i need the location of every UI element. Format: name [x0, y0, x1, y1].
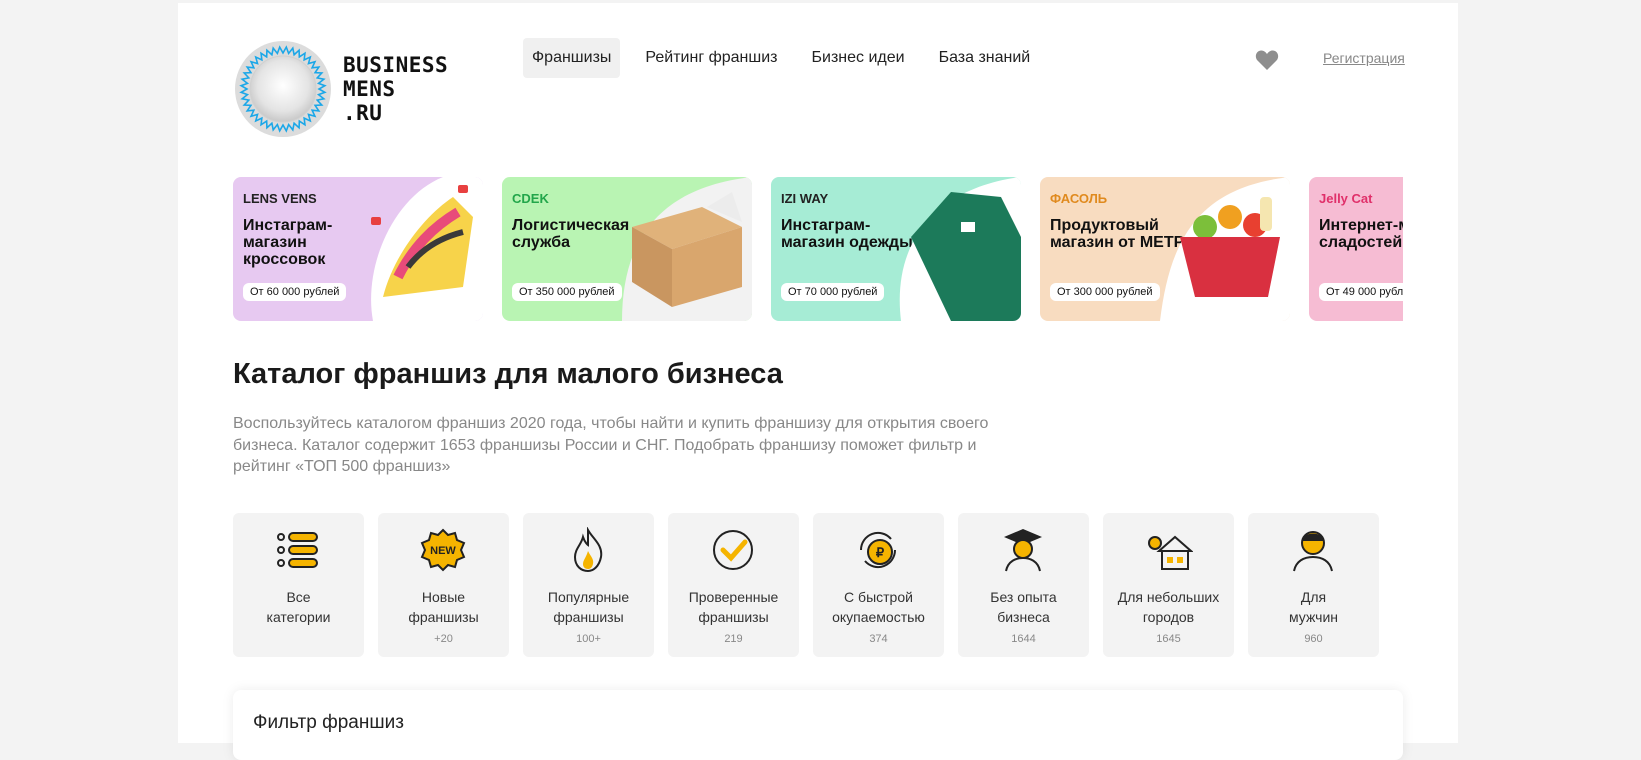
- banner-card[interactable]: Jelly Cat Интернет-магазин сладостей От …: [1309, 177, 1403, 321]
- new-badge-icon: NEW: [420, 528, 466, 572]
- sneaker-image: [371, 177, 483, 321]
- banner-card[interactable]: CDEK Логистическая служба От 350 000 руб…: [502, 177, 752, 321]
- category-all[interactable]: Все категории: [233, 513, 364, 657]
- house-icon: [1148, 535, 1193, 570]
- banner-brand: IZI WAY: [781, 191, 829, 206]
- category-label-line: городов: [1142, 609, 1195, 625]
- fire-icon: [573, 527, 603, 573]
- logo-line: MENS: [343, 77, 396, 101]
- nav-item-knowledge-base[interactable]: База знаний: [930, 38, 1040, 78]
- category-label-line: категории: [266, 609, 331, 625]
- banner-brand: CDEK: [512, 191, 549, 206]
- category-new[interactable]: NEW Новые франшизы +20: [378, 513, 509, 657]
- category-label-line: Для небольших: [1117, 589, 1220, 605]
- category-label-line: франшизы: [698, 609, 769, 625]
- category-label-line: С быстрой: [844, 589, 913, 605]
- page-container: BUSINESS MENS .RU Франшизы Рейтинг франш…: [178, 3, 1458, 760]
- register-link[interactable]: Регистрация: [1323, 50, 1405, 66]
- category-popular[interactable]: Популярные франшизы 100+: [523, 513, 654, 657]
- category-label-line: франшизы: [408, 609, 479, 625]
- banner-price: От 300 000 рублей: [1050, 283, 1160, 301]
- category-label: Все категории: [233, 587, 364, 627]
- grocery-basket-image: [1160, 177, 1290, 321]
- check-circle-icon: [713, 530, 753, 570]
- category-count: 960: [1304, 633, 1323, 645]
- category-label: Проверенные франшизы: [668, 587, 799, 627]
- category-label-line: Проверенные: [688, 589, 779, 605]
- category-label-line: Без опыта: [990, 589, 1057, 605]
- man-icon: [1293, 531, 1333, 572]
- banner-title: Интернет-магазин сладостей: [1319, 217, 1403, 251]
- category-count: +20: [434, 633, 453, 645]
- category-for-men[interactable]: Для мужчин 960: [1248, 513, 1379, 657]
- category-label: С быстрой окупаемостью: [813, 587, 944, 627]
- logo-badge-icon: [233, 39, 333, 139]
- category-label: Для мужчин: [1248, 587, 1379, 627]
- banner-brand: ФАСОЛЬ: [1050, 191, 1108, 206]
- catalog-description: Воспользуйтесь каталогом франшиз 2020 го…: [233, 415, 989, 475]
- nav-item-rating[interactable]: Рейтинг франшиз: [636, 38, 786, 78]
- catalog-title: Каталог франшиз для малого бизнеса: [233, 358, 783, 390]
- banner-brand: LENS VENS: [243, 191, 317, 206]
- filter-panel: Фильтр франшиз: [233, 690, 1403, 760]
- site-logo[interactable]: BUSINESS MENS .RU: [233, 39, 473, 139]
- banner-price: От 49 000 рублей: [1319, 283, 1403, 301]
- category-label-line: Для: [1300, 589, 1327, 605]
- category-label-line: Новые: [421, 589, 466, 605]
- category-tiles: Все категории NEW Новые франшизы +20 Попул…: [233, 513, 1403, 659]
- category-label-line: бизнеса: [997, 609, 1050, 625]
- filter-title: Фильтр франшиз: [253, 712, 404, 733]
- logo-line: .RU: [343, 101, 383, 125]
- banner-card[interactable]: LENS VENS Инстаграм-магазин кроссовок От…: [233, 177, 483, 321]
- category-label: Для небольших городов: [1103, 587, 1234, 627]
- category-label: Без опыта бизнеса: [958, 587, 1089, 627]
- category-no-experience[interactable]: Без опыта бизнеса 1644: [958, 513, 1089, 657]
- banner-card[interactable]: ФАСОЛЬ Продуктовый магазин от МЕТРО От 3…: [1040, 177, 1290, 321]
- banner-price: От 60 000 рублей: [243, 283, 347, 301]
- category-label: Новые франшизы: [378, 587, 509, 627]
- category-verified[interactable]: Проверенные франшизы 219: [668, 513, 799, 657]
- list-icon: [277, 532, 318, 568]
- sweater-image: [899, 177, 1021, 321]
- category-label: Популярные франшизы: [523, 587, 654, 627]
- svg-text:NEW: NEW: [430, 545, 456, 557]
- banner-price: От 70 000 рублей: [781, 283, 885, 301]
- category-label-line: франшизы: [553, 609, 624, 625]
- category-label-line: Все: [286, 589, 311, 605]
- banner-card[interactable]: IZI WAY Инстаграм-магазин одежды От 70 0…: [771, 177, 1021, 321]
- nav-item-business-ideas[interactable]: Бизнес идеи: [803, 38, 914, 78]
- parcel-box-image: [622, 177, 752, 321]
- category-count: 219: [724, 633, 743, 645]
- banner-price: От 350 000 рублей: [512, 283, 622, 301]
- logo-text: BUSINESS MENS .RU: [343, 53, 448, 125]
- category-label-line: Популярные: [547, 589, 630, 605]
- category-count: 1645: [1156, 633, 1181, 645]
- category-fast-payback[interactable]: ₽ С быстрой окупаемостью 374: [813, 513, 944, 657]
- site-header: BUSINESS MENS .RU Франшизы Рейтинг франш…: [233, 33, 1405, 143]
- banner-brand: Jelly Cat: [1319, 191, 1373, 206]
- category-count: 100+: [576, 633, 601, 645]
- category-label-line: окупаемостью: [832, 609, 925, 625]
- category-small-towns[interactable]: Для небольших городов 1645: [1103, 513, 1234, 657]
- ruble-refresh-icon: ₽: [859, 531, 897, 569]
- heart-icon[interactable]: [1255, 49, 1279, 71]
- main-nav: Франшизы Рейтинг франшиз Бизнес идеи Баз…: [523, 38, 1047, 78]
- svg-text:₽: ₽: [876, 545, 885, 560]
- promo-banners: LENS VENS Инстаграм-магазин кроссовок От…: [233, 177, 1403, 323]
- category-label-line: мужчин: [1289, 609, 1338, 625]
- nav-item-franchises[interactable]: Франшизы: [523, 38, 621, 78]
- category-count: 1644: [1011, 633, 1036, 645]
- graduate-icon: [1004, 529, 1042, 572]
- logo-line: BUSINESS: [343, 53, 449, 77]
- category-count: 374: [869, 633, 888, 645]
